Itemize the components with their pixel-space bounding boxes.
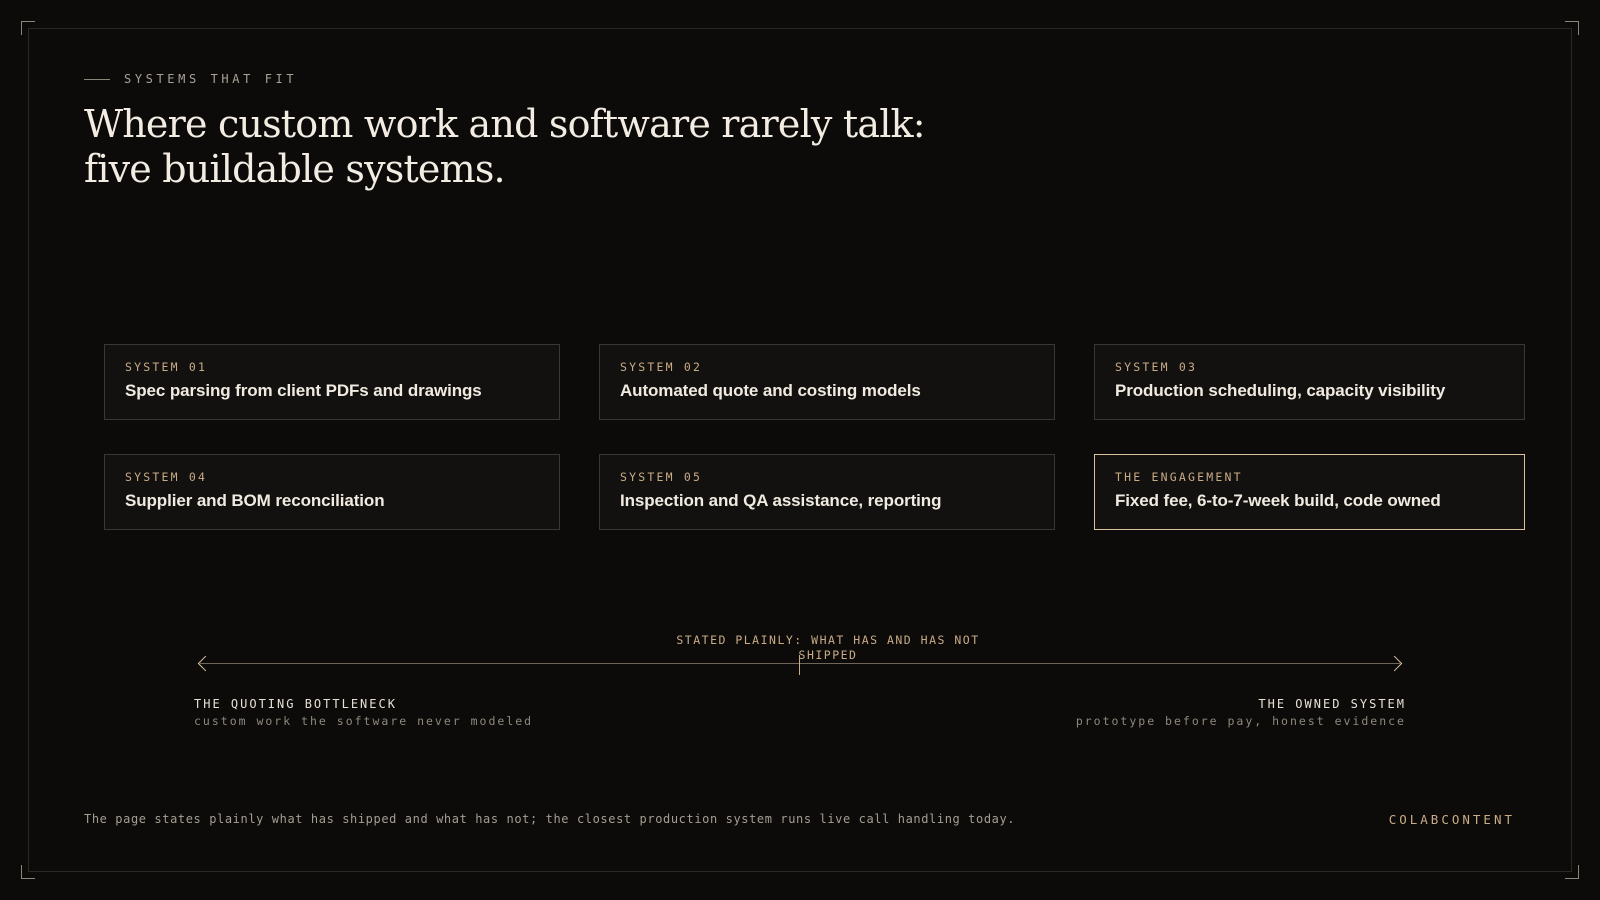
system-card-05: SYSTEM 05 Inspection and QA assistance, … bbox=[599, 454, 1055, 530]
spectrum-left-name: THE QUOTING BOTTLENECK bbox=[194, 697, 397, 711]
eyebrow-text: SYSTEMS THAT FIT bbox=[124, 72, 298, 86]
system-card-02: SYSTEM 02 Automated quote and costing mo… bbox=[599, 344, 1055, 420]
system-card-label: SYSTEM 04 bbox=[125, 470, 208, 484]
system-card-text: Inspection and QA assistance, reporting bbox=[620, 491, 942, 510]
engagement-card-label: THE ENGAGEMENT bbox=[1115, 470, 1243, 484]
system-card-label: SYSTEM 01 bbox=[125, 360, 208, 374]
page-title: Where custom work and software rarely ta… bbox=[84, 102, 926, 191]
eyebrow-rule bbox=[84, 78, 110, 80]
footer-note: The page states plainly what has shipped… bbox=[84, 812, 1016, 826]
spectrum-left-sub: custom work the software never modeled bbox=[194, 714, 534, 728]
system-card-text: Production scheduling, capacity visibili… bbox=[1115, 381, 1446, 400]
spectrum-right-sub: prototype before pay, honest evidence bbox=[1075, 714, 1406, 728]
engagement-card-text: Fixed fee, 6-to-7-week build, code owned bbox=[1115, 491, 1441, 510]
system-card-label: SYSTEM 02 bbox=[620, 360, 703, 374]
corner-mark-bottom-right bbox=[1565, 865, 1579, 879]
system-card-01: SYSTEM 01 Spec parsing from client PDFs … bbox=[104, 344, 560, 420]
engagement-card: THE ENGAGEMENT Fixed fee, 6-to-7-week bu… bbox=[1094, 454, 1525, 530]
system-card-text: Spec parsing from client PDFs and drawin… bbox=[125, 381, 482, 400]
system-card-label: SYSTEM 05 bbox=[620, 470, 703, 484]
brand-wordmark: COLABCONTENT bbox=[1388, 812, 1515, 827]
spectrum-center-tick bbox=[799, 655, 800, 675]
section-eyebrow: SYSTEMS THAT FIT bbox=[84, 72, 297, 86]
corner-mark-bottom-left bbox=[21, 865, 35, 879]
system-card-03: SYSTEM 03 Production scheduling, capacit… bbox=[1094, 344, 1525, 420]
spectrum-left-end: THE QUOTING BOTTLENECK custom work the s… bbox=[194, 697, 533, 728]
corner-mark-top-right bbox=[1565, 21, 1579, 35]
spectrum-right-end: THE OWNED SYSTEM prototype before pay, h… bbox=[1076, 697, 1406, 728]
spectrum-center-label: STATED PLAINLY: WHAT HAS AND HAS NOT SHI… bbox=[676, 633, 980, 662]
spectrum-right-name: THE OWNED SYSTEM bbox=[1258, 697, 1406, 711]
system-card-04: SYSTEM 04 Supplier and BOM reconciliatio… bbox=[104, 454, 560, 530]
system-card-text: Automated quote and costing models bbox=[620, 381, 921, 400]
system-card-text: Supplier and BOM reconciliation bbox=[125, 491, 385, 510]
corner-mark-top-left bbox=[21, 21, 35, 35]
spectrum-axis-line bbox=[200, 663, 1400, 664]
system-card-label: SYSTEM 03 bbox=[1115, 360, 1198, 374]
